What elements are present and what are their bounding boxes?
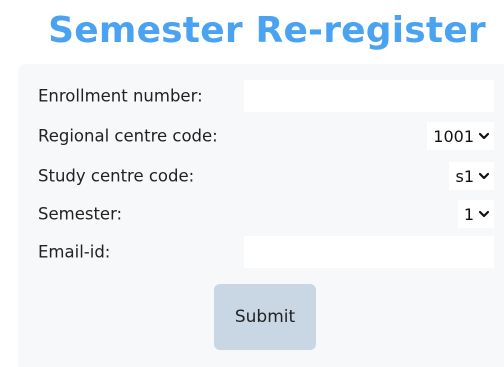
regional-centre-select[interactable]: 1001 xyxy=(427,122,494,150)
study-centre-row: Study centre code: s1 xyxy=(38,160,494,192)
email-label: Email-id: xyxy=(38,242,111,262)
submit-button[interactable]: Submit xyxy=(214,284,316,350)
email-input[interactable] xyxy=(244,236,494,268)
study-centre-label: Study centre code: xyxy=(38,166,195,186)
registration-form: Enrollment number: Regional centre code:… xyxy=(18,64,504,367)
chevron-down-icon xyxy=(478,132,490,140)
semester-row: Semester: 1 xyxy=(38,198,494,230)
regional-centre-label: Regional centre code: xyxy=(38,126,218,146)
page-title: Semester Re-register xyxy=(48,10,486,51)
enrollment-row: Enrollment number: xyxy=(38,80,494,112)
semester-select[interactable]: 1 xyxy=(457,200,494,228)
semester-label: Semester: xyxy=(38,204,123,224)
enrollment-label: Enrollment number: xyxy=(38,86,203,106)
study-centre-value: s1 xyxy=(455,166,474,186)
semester-value: 1 xyxy=(463,204,474,224)
chevron-down-icon xyxy=(478,172,490,180)
regional-centre-value: 1001 xyxy=(433,126,474,146)
email-row: Email-id: xyxy=(38,236,494,268)
study-centre-select[interactable]: s1 xyxy=(449,162,494,190)
chevron-down-icon xyxy=(478,210,490,218)
regional-centre-row: Regional centre code: 1001 xyxy=(38,120,494,152)
enrollment-input[interactable] xyxy=(244,80,494,112)
